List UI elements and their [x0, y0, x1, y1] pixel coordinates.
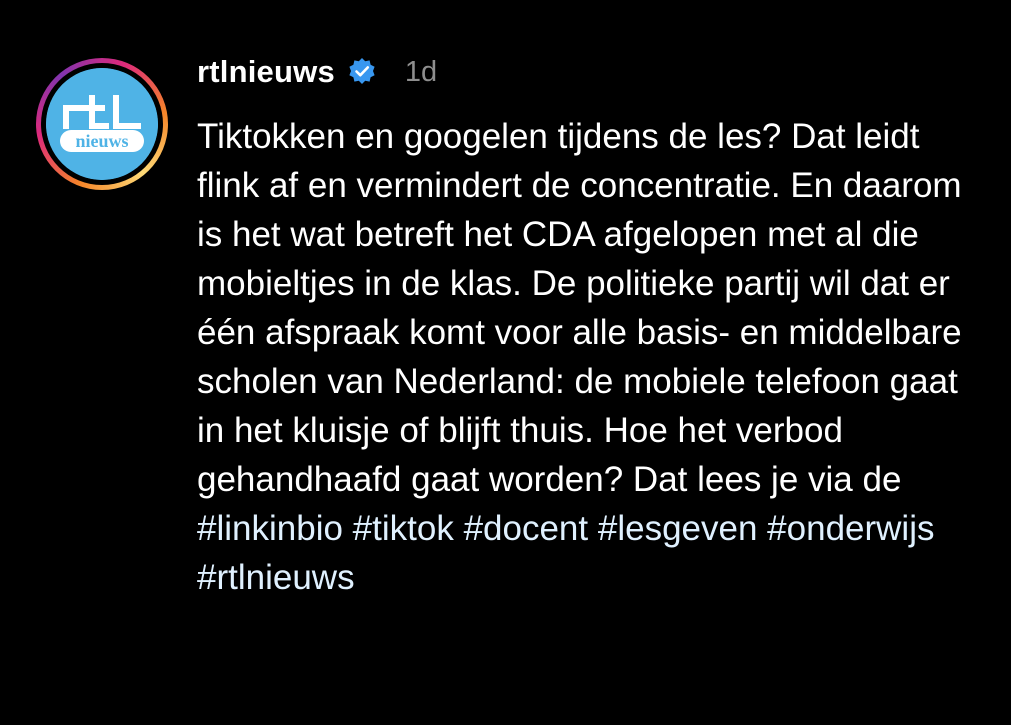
hashtag-link[interactable]: #rtlnieuws [197, 558, 355, 597]
hashtag-link[interactable]: #linkinbio [197, 509, 343, 548]
post-timestamp: 1d [404, 55, 438, 88]
hashtag-link[interactable]: #docent [464, 509, 589, 548]
hashtag-link[interactable]: #tiktok [353, 509, 454, 548]
rtl-nieuws-logo-graphic: nieuws [46, 68, 158, 180]
verified-badge-icon [347, 57, 377, 87]
username-link[interactable]: rtlnieuws [197, 54, 335, 90]
logo-text-nieuws: nieuws [75, 131, 128, 151]
caption-text: Tiktokken en googelen tijdens de les? Da… [197, 117, 972, 499]
hashtag-link[interactable]: #onderwijs [767, 509, 934, 548]
post-caption: Tiktokken en googelen tijdens de les? Da… [197, 112, 987, 602]
post-header: rtlnieuws 1d [197, 50, 437, 94]
avatar-ring: nieuws [41, 63, 163, 185]
rtl-nieuws-logo: nieuws [46, 68, 158, 180]
avatar[interactable]: nieuws [36, 58, 168, 190]
hashtag-link[interactable]: #lesgeven [598, 509, 758, 548]
